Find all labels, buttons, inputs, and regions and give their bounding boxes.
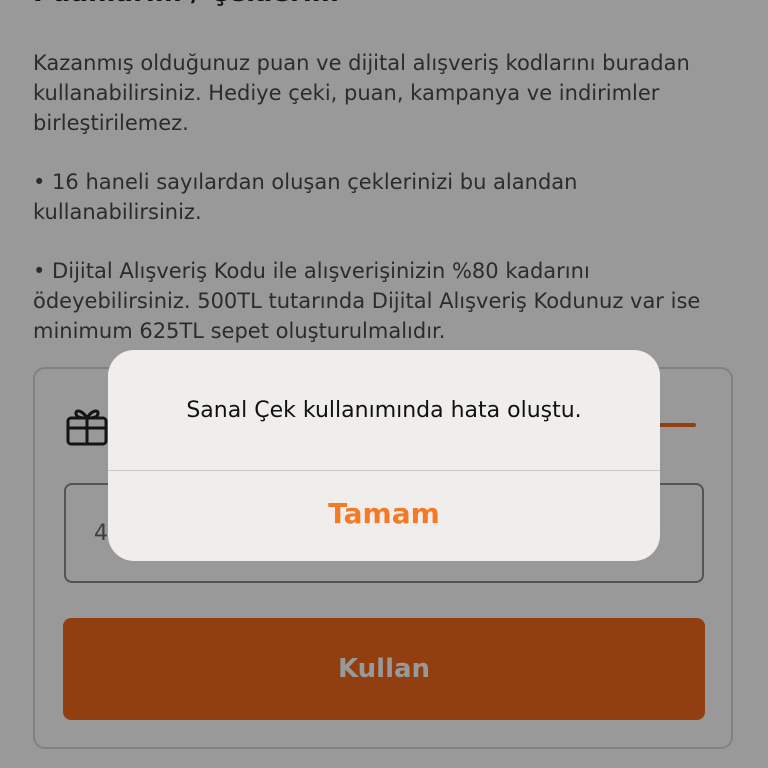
error-alert-dialog: Sanal Çek kullanımında hata oluştu. Tama… <box>108 350 660 561</box>
alert-message: Sanal Çek kullanımında hata oluştu. <box>186 397 582 423</box>
alert-ok-button[interactable]: Tamam <box>108 471 660 561</box>
